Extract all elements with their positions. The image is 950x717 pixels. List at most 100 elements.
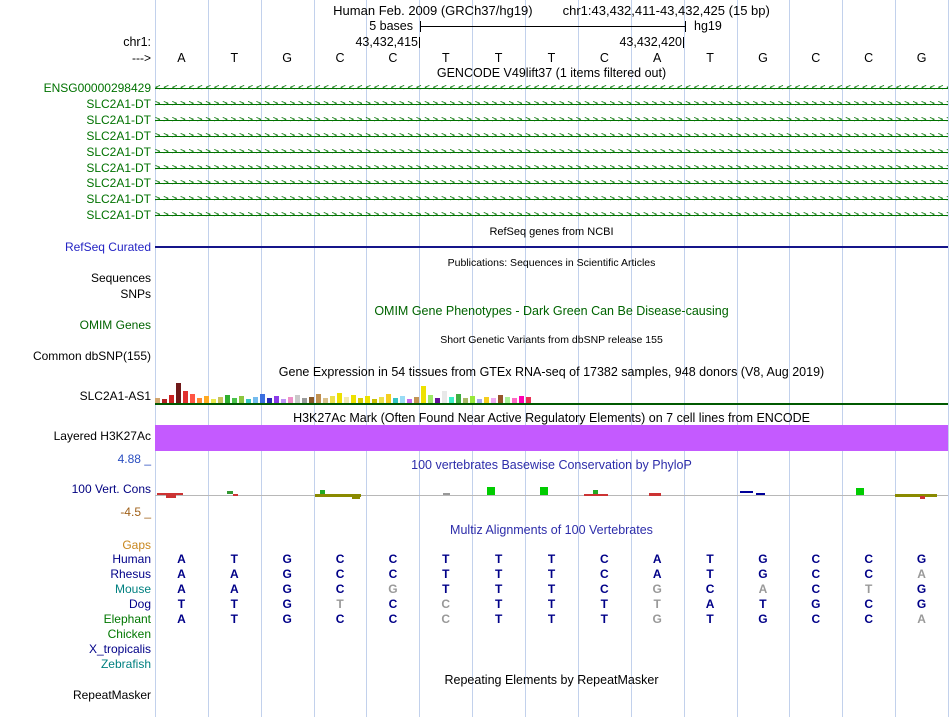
species-label[interactable]: Human [0, 552, 151, 567]
gtex-bar [456, 394, 461, 403]
gene-label[interactable]: SLC2A1-DT [0, 208, 151, 223]
base-letter: G [916, 51, 927, 65]
gtex-bar [400, 396, 405, 403]
species-label[interactable]: Chicken [0, 627, 151, 642]
alignment-base: T [653, 597, 661, 611]
strand-arrow-label: ---> [132, 51, 151, 65]
gaps-row-label[interactable]: Gaps [0, 538, 151, 552]
base-letter: T [441, 51, 450, 65]
base-letter: T [230, 51, 239, 65]
gene-label[interactable]: SLC2A1-DT [0, 145, 151, 160]
conservation-track-title[interactable]: 100 vertebrates Basewise Conservation by… [155, 458, 948, 472]
omim-track-title[interactable]: OMIM Gene Phenotypes - Dark Green Can Be… [155, 304, 948, 318]
refseq-track-label[interactable]: RefSeq Curated [0, 240, 151, 254]
gtex-bar [428, 395, 433, 403]
alignment-base: A [652, 567, 662, 581]
gtex-bar [421, 386, 426, 403]
gene-transcript-line[interactable]: >>>>>>>>>>>>>>>>>>>>>>>>>>>>>>>>>>>>>>>>… [155, 176, 948, 191]
alignment-base: G [652, 612, 662, 626]
gene-label[interactable]: SLC2A1-DT [0, 129, 151, 144]
gtex-expression-bars[interactable] [155, 382, 948, 403]
gene-label[interactable]: SLC2A1-DT [0, 161, 151, 176]
gene-transcript-line[interactable]: <<<<<<<<<<<<<<<<<<<<<<<<<<<<<<<<<<<<<<<<… [155, 81, 948, 96]
alignment-base: C [811, 567, 821, 581]
species-label[interactable]: Zebrafish [0, 657, 151, 672]
repeatmasker-track-label[interactable]: RepeatMasker [0, 688, 151, 702]
gene-label[interactable]: SLC2A1-DT [0, 97, 151, 112]
gtex-track-title[interactable]: Gene Expression in 54 tissues from GTEx … [155, 365, 948, 379]
omim-track-label[interactable]: OMIM Genes [0, 318, 151, 332]
gene-label[interactable]: SLC2A1-DT [0, 176, 151, 191]
ruler-tick-label: 43,432,415 [355, 35, 418, 49]
gene-label[interactable]: SLC2A1-DT [0, 113, 151, 128]
alignment-base: T [336, 597, 344, 611]
strand-arrows: >>>>>>>>>>>>>>>>>>>>>>>>>>>>>>>>>>>>>>>>… [155, 194, 948, 205]
strand-arrows: >>>>>>>>>>>>>>>>>>>>>>>>>>>>>>>>>>>>>>>>… [155, 178, 948, 189]
h3k27ac-track-label[interactable]: Layered H3K27Ac [0, 429, 151, 443]
gtex-bar [169, 395, 174, 403]
gene-transcript-line[interactable]: >>>>>>>>>>>>>>>>>>>>>>>>>>>>>>>>>>>>>>>>… [155, 161, 948, 176]
alignment-base: A [177, 612, 186, 626]
alignment-row: Elephant A T G C C C T T T G T G C C A [0, 612, 950, 627]
gene-transcript-line[interactable]: >>>>>>>>>>>>>>>>>>>>>>>>>>>>>>>>>>>>>>>>… [155, 129, 948, 144]
conservation-track-label[interactable]: 100 Vert. Cons [0, 482, 151, 496]
alignment-row: Rhesus A A G C C T T T C A T G C C A [0, 567, 950, 582]
strand-arrows: >>>>>>>>>>>>>>>>>>>>>>>>>>>>>>>>>>>>>>>>… [155, 130, 948, 141]
dbsnp-track-label[interactable]: Common dbSNP(155) [0, 349, 151, 363]
h3k27ac-track-title[interactable]: H3K27Ac Mark (Often Found Near Active Re… [155, 411, 948, 425]
alignment-base: A [705, 597, 715, 611]
alignment-base: A [917, 612, 926, 626]
alignment-base: C [811, 612, 821, 626]
gene-transcript-line[interactable]: >>>>>>>>>>>>>>>>>>>>>>>>>>>>>>>>>>>>>>>>… [155, 97, 948, 112]
sequences-track-label[interactable]: Sequences [0, 271, 151, 285]
alignment-base: A [177, 552, 186, 566]
alignment-base: T [547, 597, 556, 611]
gtex-bar [274, 396, 279, 403]
alignment-base: T [442, 567, 450, 581]
species-label[interactable]: X_tropicalis [0, 642, 151, 657]
multiz-track-title[interactable]: Multiz Alignments of 100 Vertebrates [155, 523, 948, 537]
strand-arrows: >>>>>>>>>>>>>>>>>>>>>>>>>>>>>>>>>>>>>>>>… [155, 146, 948, 157]
species-label[interactable]: Mouse [0, 582, 151, 597]
alignment-base: C [600, 567, 609, 581]
repeatmasker-track-title[interactable]: Repeating Elements by RepeatMasker [155, 673, 948, 687]
scale-label: 5 bases [369, 19, 413, 33]
gencode-track-title[interactable]: GENCODE V49lift37 (1 items filtered out) [155, 66, 948, 80]
conservation-mark [593, 490, 598, 494]
alignment-base: G [282, 612, 292, 626]
snps-track-label[interactable]: SNPs [0, 287, 151, 301]
gene-label[interactable]: SLC2A1-DT [0, 192, 151, 207]
conservation-mark [233, 494, 238, 496]
gene-transcript-line[interactable]: >>>>>>>>>>>>>>>>>>>>>>>>>>>>>>>>>>>>>>>>… [155, 145, 948, 160]
publications-track-title[interactable]: Publications: Sequences in Scientific Ar… [155, 257, 948, 269]
gene-row: ENSG00000298429 <<<<<<<<<<<<<<<<<<<<<<<<<… [0, 81, 950, 96]
species-label[interactable]: Elephant [0, 612, 151, 627]
alignment-base: A [758, 582, 768, 596]
gtex-baseline [155, 403, 948, 405]
alignment-base: T [177, 597, 186, 611]
gene-transcript-line[interactable]: >>>>>>>>>>>>>>>>>>>>>>>>>>>>>>>>>>>>>>>>… [155, 192, 948, 207]
dbsnp-track-title[interactable]: Short Genetic Variants from dbSNP releas… [155, 334, 948, 346]
gene-transcript-line[interactable]: >>>>>>>>>>>>>>>>>>>>>>>>>>>>>>>>>>>>>>>>… [155, 208, 948, 223]
gtex-bar [470, 396, 475, 403]
refseq-track-title[interactable]: RefSeq genes from NCBI [155, 226, 948, 238]
gene-transcript-line[interactable]: >>>>>>>>>>>>>>>>>>>>>>>>>>>>>>>>>>>>>>>>… [155, 113, 948, 128]
alignment-base: C [335, 567, 345, 581]
species-label[interactable]: Rhesus [0, 567, 151, 582]
alignment-base: G [758, 567, 768, 581]
alignment-base: A [229, 567, 239, 581]
gene-label[interactable]: ENSG00000298429 [0, 81, 151, 96]
refseq-curated-item[interactable] [155, 246, 948, 248]
alignment-base: C [864, 597, 874, 611]
conservation-mark [756, 493, 765, 495]
alignment-row: Chicken [0, 627, 950, 642]
alignment-base: G [758, 552, 768, 566]
alignment-base: C [864, 552, 874, 566]
gtex-gene-label[interactable]: SLC2A1-AS1 [0, 389, 151, 403]
conservation-mark [320, 490, 325, 494]
gtex-bar [337, 393, 342, 403]
species-label[interactable]: Dog [0, 597, 151, 612]
h3k27ac-signal-block[interactable] [155, 425, 948, 451]
alignment-base: T [442, 552, 450, 566]
alignment-base: G [916, 582, 927, 596]
